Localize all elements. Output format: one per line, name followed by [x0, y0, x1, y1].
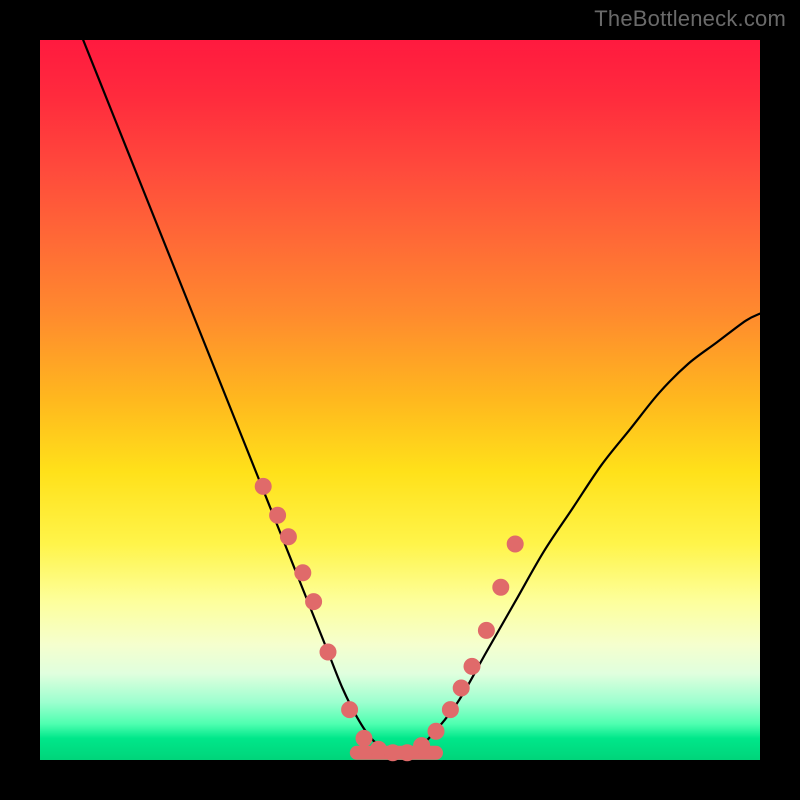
highlight-marker: [280, 529, 296, 545]
highlight-marker: [414, 738, 430, 754]
highlight-marker: [270, 507, 286, 523]
chart-svg: [40, 40, 760, 760]
bottleneck-curve: [83, 40, 760, 753]
highlight-marker: [399, 745, 415, 761]
highlight-marker: [255, 478, 271, 494]
highlight-marker: [428, 723, 444, 739]
highlight-marker: [453, 680, 469, 696]
highlight-marker: [442, 702, 458, 718]
highlight-marker: [306, 594, 322, 610]
highlight-marker: [370, 741, 386, 757]
markers-group: [255, 478, 523, 760]
highlight-marker: [320, 644, 336, 660]
highlight-marker: [356, 730, 372, 746]
curve-layer: [83, 40, 760, 753]
highlight-marker: [478, 622, 494, 638]
highlight-marker: [464, 658, 480, 674]
plot-area: [40, 40, 760, 760]
highlight-marker: [507, 536, 523, 552]
highlight-marker: [342, 702, 358, 718]
watermark-text: TheBottleneck.com: [594, 6, 786, 32]
highlight-marker: [385, 745, 401, 761]
chart-frame: TheBottleneck.com: [0, 0, 800, 800]
highlight-marker: [295, 565, 311, 581]
highlight-marker: [493, 579, 509, 595]
